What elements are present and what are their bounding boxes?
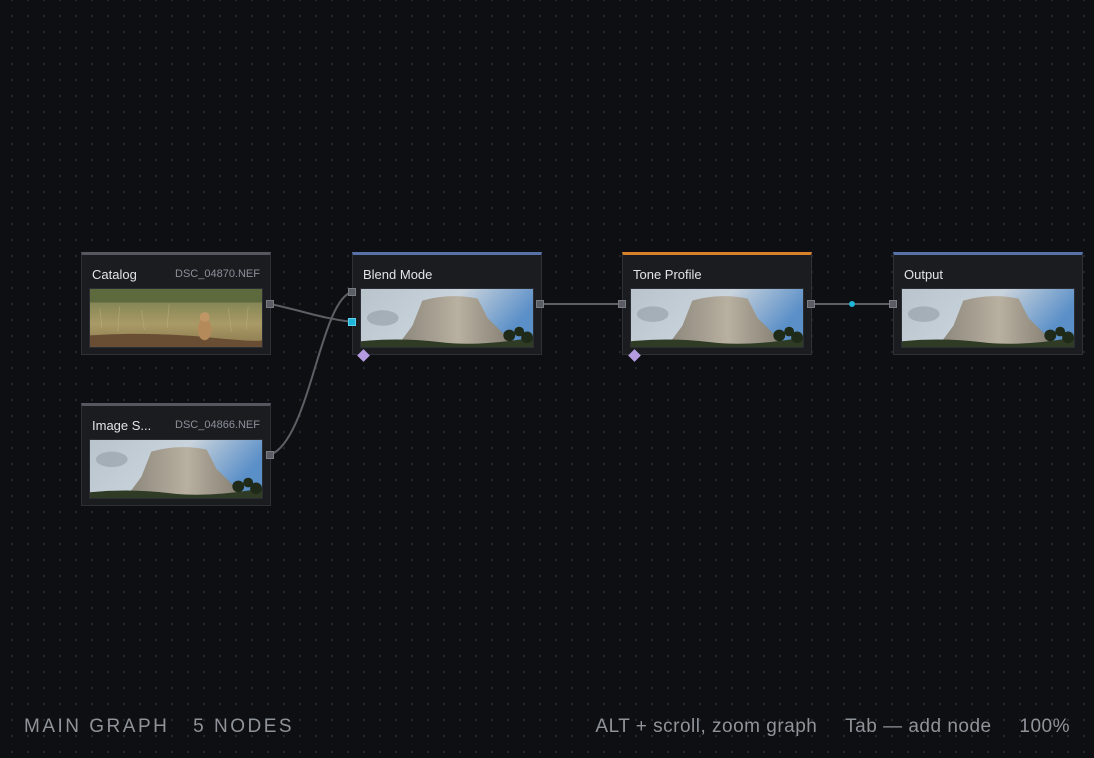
- blend-input-port-a[interactable]: [348, 288, 356, 296]
- connection-wires: [269, 291, 893, 456]
- zoom-hint: ALT + scroll, zoom graph: [595, 716, 818, 737]
- node-image-source[interactable]: Image S... DSC_04866.NEF: [81, 403, 271, 506]
- graph-status: MAIN GRAPH 5 NODES: [24, 716, 294, 738]
- add-node-hint: Tab — add node: [845, 716, 992, 737]
- catalog-output-port[interactable]: [266, 300, 274, 308]
- node-title: Image S...: [92, 418, 152, 433]
- tone-input-port[interactable]: [618, 300, 626, 308]
- node-output[interactable]: Output: [893, 252, 1083, 355]
- blend-output-port[interactable]: [536, 300, 544, 308]
- devils-tower-thumbnail: [89, 439, 263, 499]
- tone-output-port[interactable]: [807, 300, 815, 308]
- devils-tower-thumbnail: [630, 288, 804, 348]
- shortcut-hints: ALT + scroll, zoom graph Tab — add node …: [595, 716, 1070, 738]
- node-catalog[interactable]: Catalog DSC_04870.NEF: [81, 252, 271, 355]
- wire-image-source-to-blend: [269, 291, 353, 456]
- image-source-output-port[interactable]: [266, 451, 274, 459]
- node-filename: DSC_04866.NEF: [175, 419, 260, 431]
- node-count-label: 5 NODES: [193, 716, 295, 737]
- node-tone-profile[interactable]: Tone Profile: [622, 252, 812, 355]
- wire-reroute-dot[interactable]: [849, 301, 855, 307]
- devils-tower-thumbnail: [901, 288, 1075, 348]
- zoom-level[interactable]: 100%: [1019, 716, 1070, 737]
- node-blend-mode[interactable]: Blend Mode: [352, 252, 542, 355]
- node-title: Output: [904, 267, 944, 282]
- node-title: Catalog: [92, 267, 137, 282]
- wire-catalog-to-blend: [269, 303, 353, 323]
- prairie-dog-thumbnail: [89, 288, 263, 348]
- node-title: Tone Profile: [633, 267, 702, 282]
- output-input-port[interactable]: [889, 300, 897, 308]
- graph-name-label: MAIN GRAPH: [24, 716, 170, 737]
- node-filename: DSC_04870.NEF: [175, 268, 260, 280]
- blend-input-port-b[interactable]: [348, 318, 356, 326]
- devils-tower-thumbnail: [360, 288, 534, 348]
- node-title: Blend Mode: [363, 267, 433, 282]
